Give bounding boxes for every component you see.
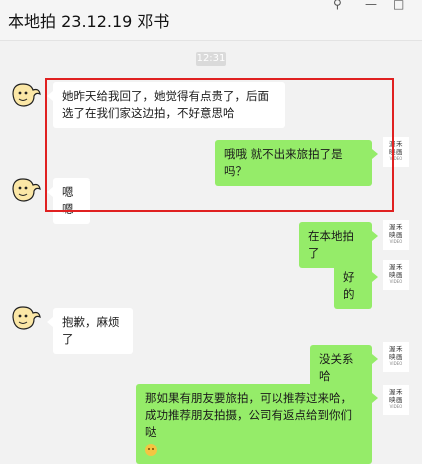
avatar-text: 映画 (389, 271, 403, 279)
maximize-icon[interactable]: □ (393, 0, 404, 11)
smile-emoji-icon (145, 443, 157, 456)
contact-avatar[interactable] (9, 175, 43, 205)
avatar-text: 映画 (389, 396, 403, 404)
self-avatar[interactable]: 渥禾 映画 VIDEO (383, 385, 409, 415)
cartoon-face-icon (12, 83, 41, 107)
message-text: 那如果有朋友要旅拍，可以推荐过来哈，成功推荐朋友拍摄，公司有返点给到你们哒 (145, 391, 352, 439)
minimize-icon[interactable]: — (365, 0, 377, 11)
message-bubble-outgoing[interactable]: 好的 (334, 263, 378, 309)
contact-avatar[interactable] (9, 303, 43, 333)
contact-avatar[interactable] (9, 80, 43, 110)
pin-icon[interactable]: ⚲ (333, 0, 342, 11)
self-avatar[interactable]: 渥禾 映画 VIDEO (383, 260, 409, 290)
avatar-text: VIDEO (389, 279, 403, 284)
timestamp-badge: 12:31 (196, 52, 226, 66)
cartoon-face-icon (12, 178, 41, 202)
message-bubble-incoming[interactable]: 抱歉，麻烦了 (47, 308, 133, 354)
avatar-text: VIDEO (389, 361, 403, 366)
avatar-text: 渥禾 (389, 263, 403, 271)
avatar-text: 映画 (389, 231, 403, 239)
title-bar: 本地拍 23.12.19 邓书 ⚲ — □ (0, 0, 422, 41)
chat-title: 本地拍 23.12.19 邓书 (8, 12, 170, 31)
self-avatar[interactable]: 渥禾 映画 VIDEO (383, 342, 409, 372)
message-bubble-outgoing[interactable]: 那如果有朋友要旅拍，可以推荐过来哈，成功推荐朋友拍摄，公司有返点给到你们哒 (136, 384, 378, 464)
red-highlight-box (45, 78, 394, 212)
avatar-text: 渥禾 (389, 345, 403, 353)
avatar-text: 映画 (389, 353, 403, 361)
avatar-text: 渥禾 (389, 223, 403, 231)
avatar-text: VIDEO (389, 404, 403, 409)
avatar-text: VIDEO (389, 239, 403, 244)
cartoon-face-icon (12, 306, 41, 330)
self-avatar[interactable]: 渥禾 映画 VIDEO (383, 220, 409, 250)
avatar-text: 渥禾 (389, 388, 403, 396)
message-bubble-outgoing[interactable]: 在本地拍了 (299, 222, 378, 268)
